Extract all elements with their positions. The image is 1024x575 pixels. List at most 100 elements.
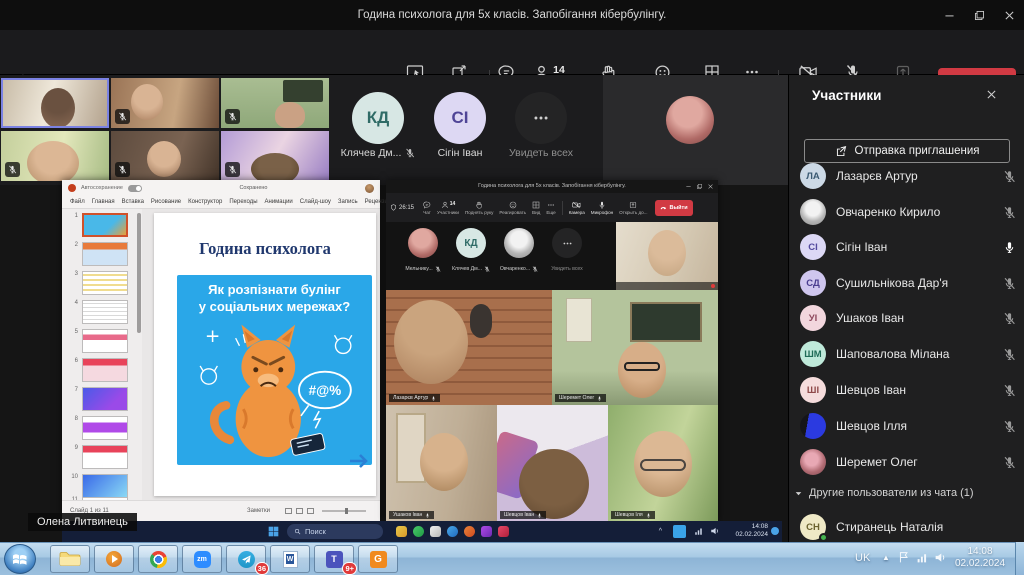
participant-row[interactable]: ШІ Шевцов Іван (800, 373, 1016, 407)
slide-thumb[interactable]: 5 (70, 329, 128, 353)
video-name-tag: Шевцов Іван (500, 511, 546, 519)
video-name-tag: Лазарєв Артур (389, 394, 440, 402)
inner-video-sheremet: Шеремет Олег (552, 290, 718, 405)
taskbar-zoom-button[interactable]: zm (182, 545, 222, 573)
slide-thumb[interactable]: 4 (70, 300, 128, 324)
video-tile-student[interactable] (111, 78, 219, 128)
taskbar-teams-button[interactable]: T 9+ (314, 545, 354, 573)
profile-photo-avatar[interactable] (666, 96, 714, 144)
start-button[interactable] (4, 544, 36, 574)
mic-muted-icon[interactable] (1003, 384, 1016, 397)
participant-row[interactable]: СН Стиранець Наталія (800, 510, 1016, 544)
participant-row[interactable]: СД Сушильнікова Дар'я (800, 266, 1016, 300)
glasses (640, 459, 686, 471)
participant-row[interactable]: ЛА Лазарєв Артур (800, 159, 1016, 193)
ppt-tab[interactable]: Слайд-шоу (300, 199, 331, 205)
ppt-account-avatar[interactable] (365, 184, 374, 193)
ppt-titlebar: Автосохранение Сохранено (62, 180, 380, 196)
mic-muted-icon[interactable] (1003, 420, 1016, 433)
mic-muted-icon[interactable] (1003, 456, 1016, 469)
participant-row[interactable]: ШМ Шаповалова Мілана (800, 337, 1016, 371)
participant-row[interactable]: Овчаренко Кирило (800, 195, 1016, 229)
participant-row[interactable]: Шеремет Олег (800, 445, 1016, 479)
person-silhouette (41, 88, 75, 128)
mic-muted-icon[interactable] (1003, 206, 1016, 219)
ppt-tab[interactable]: Переходы (229, 199, 257, 205)
slide-thumb[interactable]: 8 (70, 416, 128, 440)
taskbar-word-button[interactable]: W (270, 545, 310, 573)
video-tile-student[interactable] (1, 131, 109, 181)
language-indicator[interactable]: UK (855, 552, 870, 564)
ppt-tab[interactable]: Конструктор (188, 199, 222, 205)
powerpoint-window[interactable]: Автосохранение Сохранено Файл Главная Вс… (62, 180, 380, 521)
blackboard (630, 302, 702, 342)
thumbs-scrollbar[interactable] (137, 213, 141, 333)
ppt-zoom-knob[interactable] (345, 508, 348, 514)
shared-win11-taskbar: Поиск ^ 14:0802.02.2024 (62, 521, 782, 542)
show-desktop-button[interactable] (1015, 542, 1024, 575)
taskbar-app-icon (498, 526, 509, 537)
tray-flag-icon[interactable] (898, 551, 911, 564)
tray-network-icon[interactable] (916, 551, 929, 564)
folder-icon (59, 551, 81, 567)
ppt-zoom-slider[interactable] (322, 510, 366, 512)
avatar-initials: КД (352, 92, 404, 144)
presenter-name-tag: Олена Литвинець (28, 513, 137, 531)
mic-muted-icon[interactable] (1003, 348, 1016, 361)
ppt-tab[interactable]: Рисование (151, 199, 181, 205)
ppt-tab[interactable]: Вставка (122, 199, 144, 205)
taskbar-app-icon (396, 526, 407, 537)
slide-thumb[interactable]: 3 (70, 271, 128, 295)
taskbar-gdz-button[interactable]: G (358, 545, 398, 573)
inner-video-ushakov: Ушаков Іван (386, 405, 497, 522)
taskbar-chrome-button[interactable] (138, 545, 178, 573)
video-tile-student[interactable] (221, 131, 329, 181)
avatar-si[interactable]: СІ (434, 92, 486, 144)
see-all-avatar[interactable] (515, 92, 567, 144)
taskbar-explorer-button[interactable] (50, 545, 90, 573)
mic-muted-icon[interactable] (1003, 277, 1016, 290)
ppt-view-buttons[interactable] (285, 508, 314, 514)
video-tile-student[interactable] (111, 131, 219, 181)
system-clock[interactable]: 14:0802.02.2024 (952, 546, 1008, 570)
video-name-tag: Шевцов Іля (611, 511, 655, 519)
participant-row[interactable]: Шевцов Ілля (800, 409, 1016, 443)
slide-thumb[interactable]: 7 (70, 387, 128, 411)
slide-thumb[interactable]: 2 (70, 242, 128, 266)
tray-expand-icon[interactable]: ▲ (882, 553, 890, 562)
slide-thumb[interactable]: 1 (70, 213, 128, 237)
participants-title: Участники (812, 88, 881, 103)
meeting-toolbar: 05:15 Управлять Контент Чат 14 Участники… (0, 30, 1024, 75)
chat-users-section[interactable]: Другие пользователи из чата (1) (794, 487, 974, 499)
participant-row[interactable]: СІ Сігін Іван (800, 230, 1016, 264)
ppt-tab[interactable]: Файл (70, 199, 85, 205)
inner-video-lazarev: Лазарєв Артур (386, 290, 552, 405)
inner-avatar-photo (504, 228, 534, 258)
person-silhouette (519, 449, 589, 519)
slide-thumb[interactable]: 10 (70, 474, 128, 498)
mic-on-icon[interactable] (1003, 241, 1016, 254)
video-tile-teacher[interactable] (1, 78, 109, 128)
video-tile-student[interactable] (221, 78, 329, 128)
slide-thumb[interactable]: 9 (70, 445, 128, 469)
ppt-tab[interactable]: Главная (92, 199, 115, 205)
slide-thumb[interactable]: 6 (70, 358, 128, 382)
avatar-kd[interactable]: КД (352, 92, 404, 144)
autosave-toggle[interactable] (128, 185, 142, 192)
ppt-tab[interactable]: Запись (338, 199, 358, 205)
taskbar-telegram-button[interactable]: 36 (226, 545, 266, 573)
participants-close-button[interactable] (985, 88, 998, 101)
inner-view-button: Вид (532, 201, 540, 215)
minimize-button[interactable] (934, 0, 964, 30)
close-button[interactable] (994, 0, 1024, 30)
top-video-strip: КД Клячев Дм... СІ Сігін Іван Увидеть вс… (0, 75, 788, 185)
participant-row[interactable]: УІ Ушаков Іван (800, 301, 1016, 335)
tray-volume-icon[interactable] (934, 551, 947, 564)
ppt-tab[interactable]: Анимации (265, 199, 293, 205)
maximize-button[interactable] (964, 0, 994, 30)
mic-muted-icon[interactable] (1003, 312, 1016, 325)
taskbar-mediaplayer-button[interactable] (94, 545, 134, 573)
ppt-notes-label[interactable]: Заметки (247, 508, 270, 514)
mic-muted-icon[interactable] (1003, 170, 1016, 183)
chevron-down-icon (794, 489, 803, 498)
